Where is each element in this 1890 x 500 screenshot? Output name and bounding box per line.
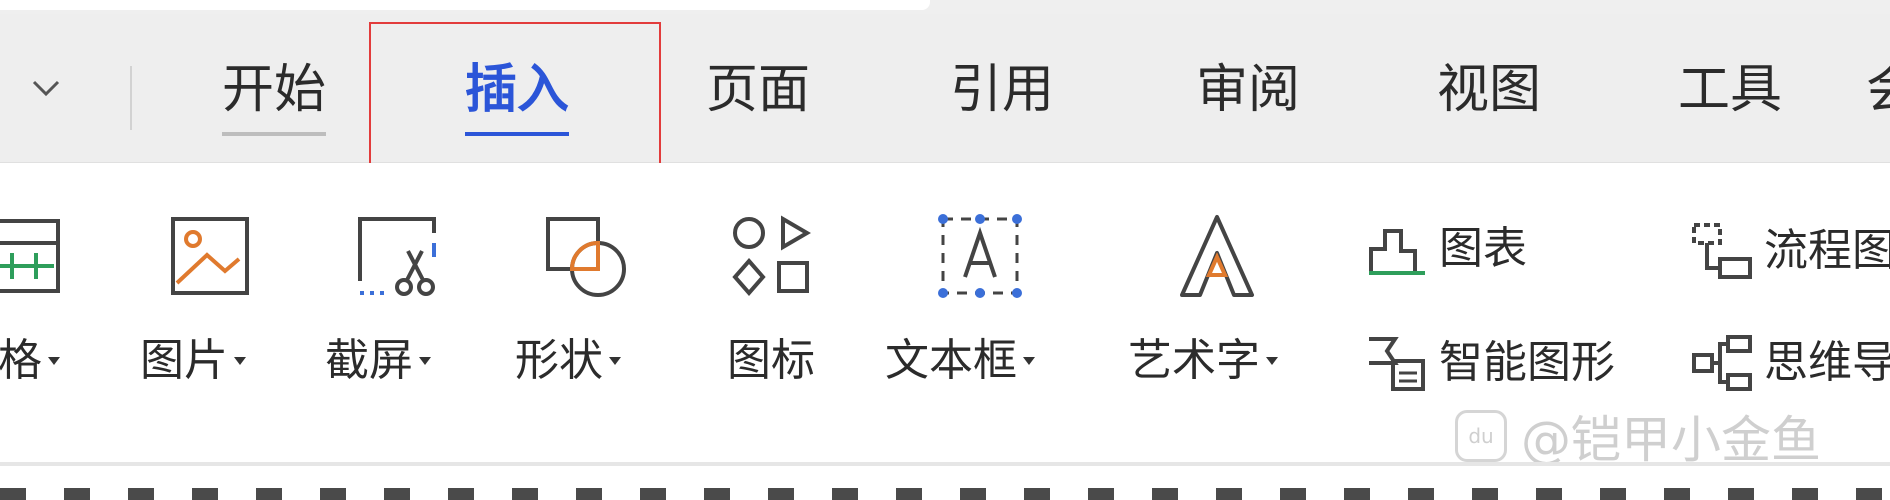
tab-view-label: 视图 [1437,60,1542,120]
table-icon[interactable] [0,211,70,301]
top-strip-white [0,0,930,10]
tab-separator [130,66,132,130]
picture-icon[interactable] [165,211,255,301]
paw-logo-icon: du [1455,410,1507,462]
ribbon-tab-bar: 开始 插入 页面 引用 审阅 视图 工具 会 [0,14,1890,163]
smartart-button[interactable]: 智能图形 [1365,333,1615,393]
smartart-icon [1369,337,1425,391]
top-strip [0,0,1890,14]
tab-review-label: 审阅 [1196,60,1301,120]
watermark-badge: du [1468,424,1494,448]
tab-home[interactable]: 开始 [222,58,327,136]
icon-library-icon[interactable] [727,211,817,301]
flowchart-label: 流程图 [1764,225,1890,276]
wordart-button[interactable]: 艺术字 [1128,333,1278,389]
mindmap-button[interactable]: 思维导 [1690,333,1890,393]
table-dropdown-caret[interactable] [48,357,60,365]
screenshot-button[interactable]: 截屏 [325,333,431,389]
tab-home-label: 开始 [222,60,327,120]
tab-review[interactable]: 审阅 [1196,58,1300,122]
tab-meeting[interactable]: 会 [1866,58,1890,122]
smartart-label: 智能图形 [1439,337,1615,388]
document-text-fragment [0,488,1890,500]
tab-tools[interactable]: 工具 [1678,58,1782,122]
screenshot-dropdown-caret[interactable] [419,357,431,365]
shapes-dropdown-caret[interactable] [609,357,621,365]
wordart-dropdown-caret[interactable] [1266,357,1278,365]
textbox-label: 文本框 [885,335,1017,386]
chevron-down-icon[interactable] [28,70,64,106]
scissors-icon[interactable] [352,211,442,301]
flowchart-icon [1692,223,1752,279]
tab-page-label: 页面 [706,60,811,120]
wordart-icon[interactable] [1172,211,1262,301]
shapes-button[interactable]: 形状 [515,333,621,389]
mindmap-icon [1692,335,1752,391]
table-label: 格 [0,335,42,386]
flowchart-button[interactable]: 流程图 [1690,221,1890,281]
tab-references[interactable]: 引用 [950,58,1054,122]
chart-label: 图表 [1439,223,1527,274]
tab-tools-label: 工具 [1678,60,1783,120]
tab-references-label: 引用 [950,60,1055,120]
icons-label: 图标 [727,335,815,386]
shapes-icon[interactable] [540,211,630,301]
tab-view[interactable]: 视图 [1437,58,1541,122]
tab-home-underline [222,132,327,136]
picture-dropdown-caret[interactable] [234,357,246,365]
chart-button[interactable]: 图表 [1365,221,1527,277]
wordart-label: 艺术字 [1128,335,1260,386]
picture-label: 图片 [140,335,228,386]
icons-button[interactable]: 图标 [727,333,815,389]
ribbon-bottom-border [0,462,1890,466]
tab-meeting-label: 会 [1866,60,1890,120]
textbox-dropdown-caret[interactable] [1023,357,1035,365]
chart-icon [1369,229,1425,275]
table-button[interactable]: 格 [0,333,60,389]
mindmap-label: 思维导 [1764,337,1890,388]
textbox-button[interactable]: 文本框 [885,333,1035,389]
picture-button[interactable]: 图片 [140,333,246,389]
shapes-label: 形状 [515,335,603,386]
screenshot-label: 截屏 [325,335,413,386]
tab-page[interactable]: 页面 [706,58,810,122]
textbox-icon[interactable] [935,211,1025,301]
